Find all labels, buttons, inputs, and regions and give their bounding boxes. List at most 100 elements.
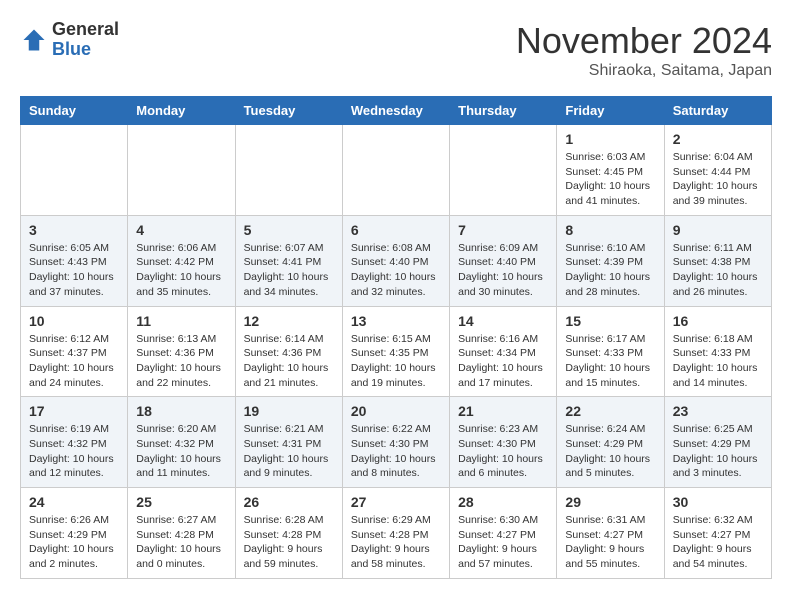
day-number: 23 — [673, 403, 763, 419]
col-header-monday: Monday — [128, 97, 235, 125]
calendar-cell: 9 Sunrise: 6:11 AM Sunset: 4:38 PM Daylig… — [664, 215, 771, 306]
day-info: Sunrise: 6:31 AM Sunset: 4:27 PM Dayligh… — [565, 513, 655, 572]
day-number: 19 — [244, 403, 334, 419]
day-number: 10 — [29, 313, 119, 329]
day-number: 1 — [565, 131, 655, 147]
calendar-cell: 14 Sunrise: 6:16 AM Sunset: 4:34 PM Dayli… — [450, 306, 557, 397]
title-block: November 2024 Shiraoka, Saitama, Japan — [516, 20, 772, 80]
day-info: Sunrise: 6:12 AM Sunset: 4:37 PM Dayligh… — [29, 332, 119, 391]
day-info: Sunrise: 6:09 AM Sunset: 4:40 PM Dayligh… — [458, 241, 548, 300]
day-info: Sunrise: 6:30 AM Sunset: 4:27 PM Dayligh… — [458, 513, 548, 572]
day-info: Sunrise: 6:29 AM Sunset: 4:28 PM Dayligh… — [351, 513, 441, 572]
day-info: Sunrise: 6:11 AM Sunset: 4:38 PM Dayligh… — [673, 241, 763, 300]
calendar-cell: 12 Sunrise: 6:14 AM Sunset: 4:36 PM Dayli… — [235, 306, 342, 397]
day-number: 29 — [565, 494, 655, 510]
day-info: Sunrise: 6:26 AM Sunset: 4:29 PM Dayligh… — [29, 513, 119, 572]
day-number: 18 — [136, 403, 226, 419]
logo-text: General Blue — [52, 20, 119, 60]
calendar-cell — [235, 125, 342, 216]
calendar-cell: 5 Sunrise: 6:07 AM Sunset: 4:41 PM Daylig… — [235, 215, 342, 306]
day-info: Sunrise: 6:08 AM Sunset: 4:40 PM Dayligh… — [351, 241, 441, 300]
day-number: 13 — [351, 313, 441, 329]
day-number: 15 — [565, 313, 655, 329]
calendar-cell: 16Sunrise: 6:18 AM Sunset: 4:33 PM Dayli… — [664, 306, 771, 397]
calendar-cell — [342, 125, 449, 216]
calendar-cell: 10 Sunrise: 6:12 AM Sunset: 4:37 PM Dayli… — [21, 306, 128, 397]
calendar-cell: 23 Sunrise: 6:25 AM Sunset: 4:29 PM Dayli… — [664, 397, 771, 488]
day-info: Sunrise: 6:19 AM Sunset: 4:32 PM Dayligh… — [29, 422, 119, 481]
day-info: Sunrise: 6:27 AM Sunset: 4:28 PM Dayligh… — [136, 513, 226, 572]
day-number: 7 — [458, 222, 548, 238]
calendar-cell: 4 Sunrise: 6:06 AM Sunset: 4:42 PM Daylig… — [128, 215, 235, 306]
calendar-cell — [128, 125, 235, 216]
calendar-cell: 24Sunrise: 6:26 AM Sunset: 4:29 PM Dayli… — [21, 488, 128, 579]
day-info: Sunrise: 6:03 AM Sunset: 4:45 PM Dayligh… — [565, 150, 655, 209]
day-number: 30 — [673, 494, 763, 510]
calendar-cell: 8 Sunrise: 6:10 AM Sunset: 4:39 PM Daylig… — [557, 215, 664, 306]
calendar-cell: 21 Sunrise: 6:23 AM Sunset: 4:30 PM Dayli… — [450, 397, 557, 488]
col-header-wednesday: Wednesday — [342, 97, 449, 125]
calendar-cell: 11 Sunrise: 6:13 AM Sunset: 4:36 PM Dayli… — [128, 306, 235, 397]
day-info: Sunrise: 6:04 AM Sunset: 4:44 PM Dayligh… — [673, 150, 763, 209]
calendar-cell: 7 Sunrise: 6:09 AM Sunset: 4:40 PM Daylig… — [450, 215, 557, 306]
calendar-cell: 25 Sunrise: 6:27 AM Sunset: 4:28 PM Dayli… — [128, 488, 235, 579]
day-number: 16 — [673, 313, 763, 329]
day-number: 20 — [351, 403, 441, 419]
col-header-sunday: Sunday — [21, 97, 128, 125]
day-number: 6 — [351, 222, 441, 238]
logo: General Blue — [20, 20, 119, 60]
day-number: 11 — [136, 313, 226, 329]
calendar-cell: 30 Sunrise: 6:32 AM Sunset: 4:27 PM Dayli… — [664, 488, 771, 579]
day-number: 22 — [565, 403, 655, 419]
day-info: Sunrise: 6:32 AM Sunset: 4:27 PM Dayligh… — [673, 513, 763, 572]
calendar-cell: 26Sunrise: 6:28 AM Sunset: 4:28 PM Dayli… — [235, 488, 342, 579]
month-title: November 2024 — [516, 20, 772, 62]
day-number: 26 — [244, 494, 334, 510]
calendar-cell: 15 Sunrise: 6:17 AM Sunset: 4:33 PM Dayli… — [557, 306, 664, 397]
location: Shiraoka, Saitama, Japan — [516, 62, 772, 80]
calendar-cell: 27 Sunrise: 6:29 AM Sunset: 4:28 PM Dayli… — [342, 488, 449, 579]
day-info: Sunrise: 6:06 AM Sunset: 4:42 PM Dayligh… — [136, 241, 226, 300]
day-number: 27 — [351, 494, 441, 510]
calendar-cell — [21, 125, 128, 216]
page-header: General Blue November 2024 Shiraoka, Sai… — [20, 20, 772, 80]
day-number: 4 — [136, 222, 226, 238]
day-info: Sunrise: 6:21 AM Sunset: 4:31 PM Dayligh… — [244, 422, 334, 481]
day-info: Sunrise: 6:22 AM Sunset: 4:30 PM Dayligh… — [351, 422, 441, 481]
day-info: Sunrise: 6:13 AM Sunset: 4:36 PM Dayligh… — [136, 332, 226, 391]
day-info: Sunrise: 6:07 AM Sunset: 4:41 PM Dayligh… — [244, 241, 334, 300]
col-header-tuesday: Tuesday — [235, 97, 342, 125]
day-number: 8 — [565, 222, 655, 238]
calendar-cell: 2Sunrise: 6:04 AM Sunset: 4:44 PM Daylig… — [664, 125, 771, 216]
day-info: Sunrise: 6:24 AM Sunset: 4:29 PM Dayligh… — [565, 422, 655, 481]
calendar-cell: 19 Sunrise: 6:21 AM Sunset: 4:31 PM Dayli… — [235, 397, 342, 488]
calendar-cell: 3Sunrise: 6:05 AM Sunset: 4:43 PM Daylig… — [21, 215, 128, 306]
calendar-cell: 13 Sunrise: 6:15 AM Sunset: 4:35 PM Dayli… — [342, 306, 449, 397]
day-number: 5 — [244, 222, 334, 238]
day-number: 14 — [458, 313, 548, 329]
calendar-cell: 22 Sunrise: 6:24 AM Sunset: 4:29 PM Dayli… — [557, 397, 664, 488]
day-number: 17 — [29, 403, 119, 419]
day-info: Sunrise: 6:15 AM Sunset: 4:35 PM Dayligh… — [351, 332, 441, 391]
calendar-cell: 6 Sunrise: 6:08 AM Sunset: 4:40 PM Daylig… — [342, 215, 449, 306]
day-number: 21 — [458, 403, 548, 419]
logo-icon — [20, 26, 48, 54]
calendar-cell: 18Sunrise: 6:20 AM Sunset: 4:32 PM Dayli… — [128, 397, 235, 488]
day-info: Sunrise: 6:10 AM Sunset: 4:39 PM Dayligh… — [565, 241, 655, 300]
calendar-cell: 20 Sunrise: 6:22 AM Sunset: 4:30 PM Dayli… — [342, 397, 449, 488]
day-info: Sunrise: 6:05 AM Sunset: 4:43 PM Dayligh… — [29, 241, 119, 300]
day-number: 25 — [136, 494, 226, 510]
day-number: 28 — [458, 494, 548, 510]
day-info: Sunrise: 6:16 AM Sunset: 4:34 PM Dayligh… — [458, 332, 548, 391]
day-info: Sunrise: 6:17 AM Sunset: 4:33 PM Dayligh… — [565, 332, 655, 391]
day-number: 9 — [673, 222, 763, 238]
calendar-cell: 17 Sunrise: 6:19 AM Sunset: 4:32 PM Dayli… — [21, 397, 128, 488]
day-info: Sunrise: 6:14 AM Sunset: 4:36 PM Dayligh… — [244, 332, 334, 391]
calendar-cell: 1 Sunrise: 6:03 AM Sunset: 4:45 PM Daylig… — [557, 125, 664, 216]
day-number: 12 — [244, 313, 334, 329]
col-header-friday: Friday — [557, 97, 664, 125]
calendar-cell: 28 Sunrise: 6:30 AM Sunset: 4:27 PM Dayli… — [450, 488, 557, 579]
col-header-thursday: Thursday — [450, 97, 557, 125]
day-info: Sunrise: 6:25 AM Sunset: 4:29 PM Dayligh… — [673, 422, 763, 481]
day-info: Sunrise: 6:23 AM Sunset: 4:30 PM Dayligh… — [458, 422, 548, 481]
